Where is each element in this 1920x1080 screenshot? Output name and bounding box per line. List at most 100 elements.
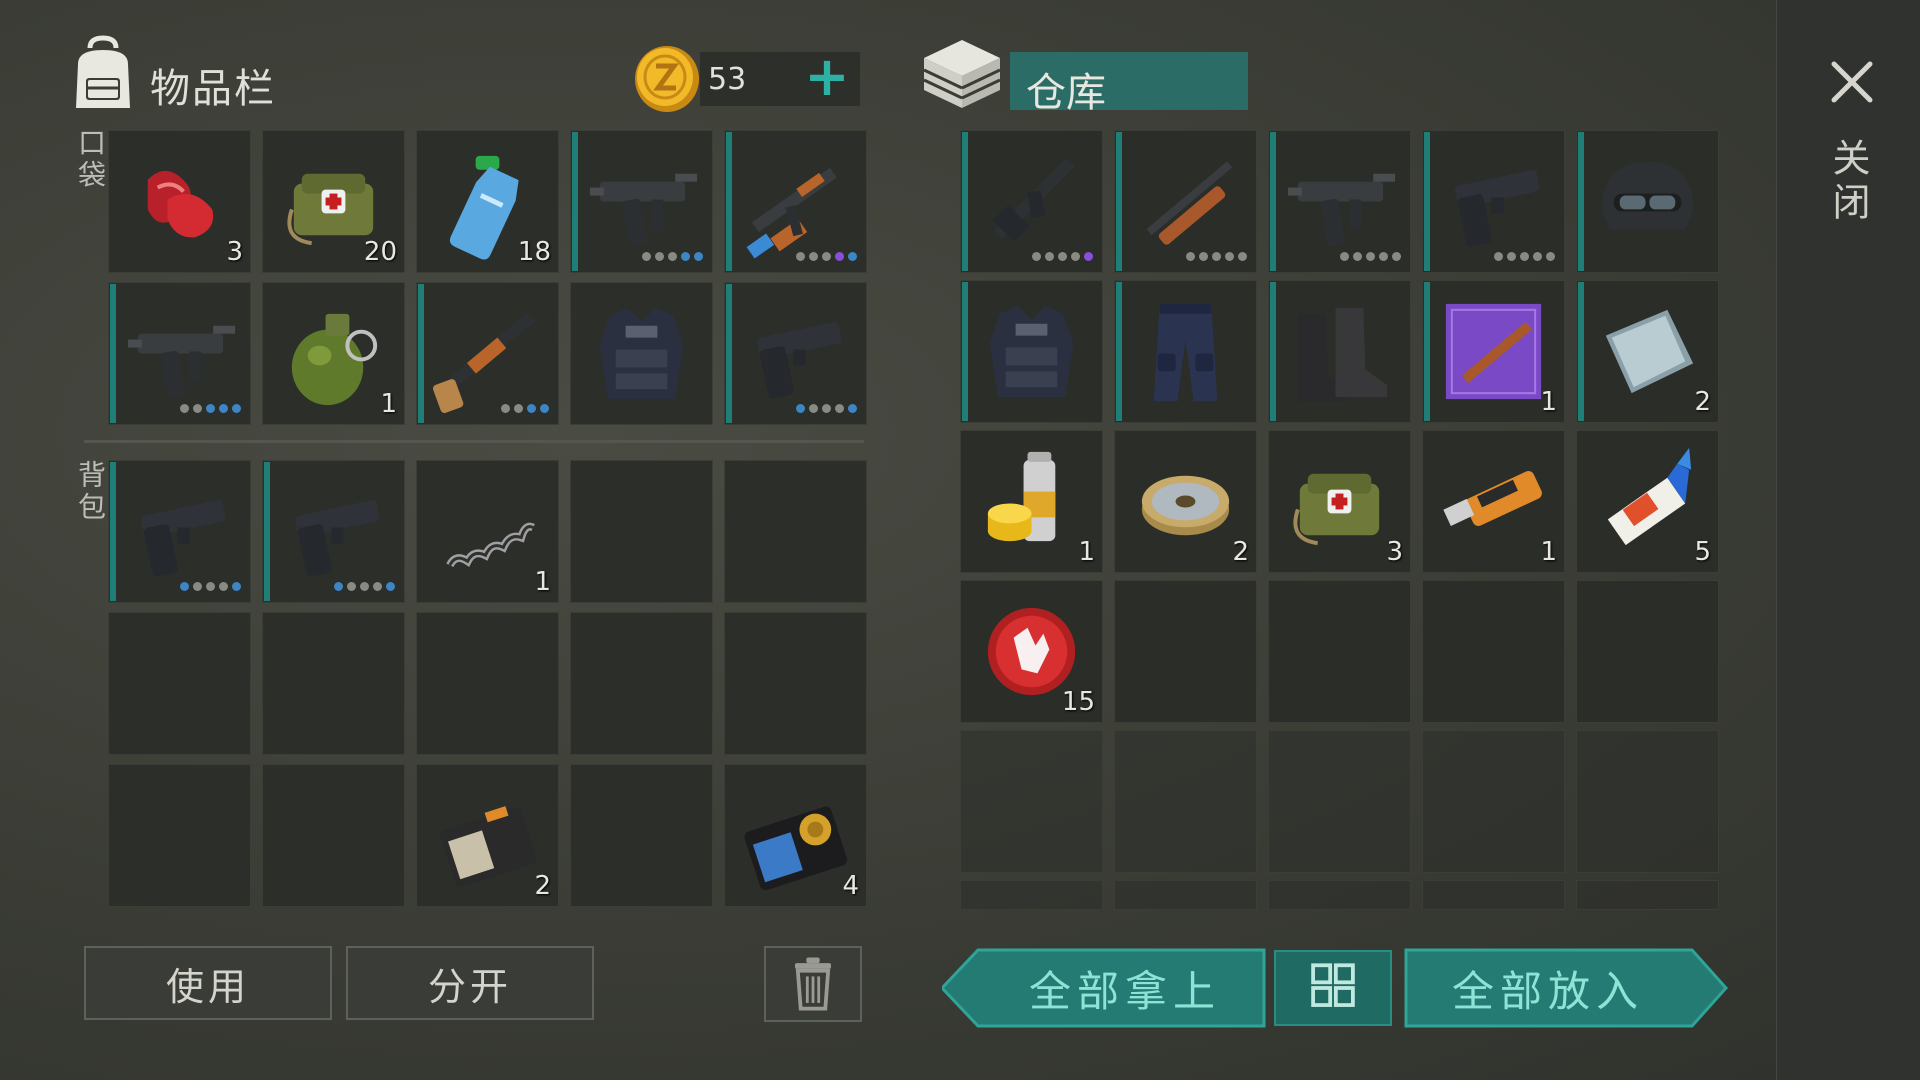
durability-dots [501, 404, 549, 413]
metal-plate-icon [1605, 309, 1694, 394]
usb-drive-icon [1443, 471, 1542, 526]
empty-slot[interactable] [1114, 580, 1257, 723]
empty-slot[interactable] [1576, 730, 1719, 873]
durability-dots [1340, 252, 1401, 261]
trash-button[interactable] [764, 946, 862, 1022]
empty-slot[interactable] [1422, 580, 1565, 723]
quick-bar-marker [1578, 132, 1584, 271]
item-count: 2 [1232, 537, 1249, 567]
empty-slot[interactable] [1422, 880, 1565, 910]
slot-meat[interactable]: 3 [108, 130, 251, 273]
slot-pistol[interactable] [1422, 130, 1565, 273]
uzi-icon [1287, 173, 1396, 246]
item-count: 15 [1061, 687, 1095, 717]
slot-usb-drive[interactable]: 1 [1422, 430, 1565, 573]
slot-medkit-bag[interactable]: 3 [1268, 430, 1411, 573]
boots-icon [1297, 307, 1388, 402]
use-button[interactable]: 使用 [84, 946, 332, 1020]
slot-boots[interactable] [1268, 280, 1411, 423]
empty-slot[interactable] [724, 612, 867, 755]
add-currency-button[interactable]: + [800, 50, 854, 106]
slot-wire-spool[interactable]: 2 [1114, 430, 1257, 573]
quick-bar-marker [1424, 282, 1430, 421]
empty-slot[interactable] [1268, 880, 1411, 910]
empty-slot[interactable] [262, 612, 405, 755]
item-count: 1 [380, 389, 397, 419]
empty-slot[interactable] [570, 764, 713, 907]
item-count: 1 [1078, 537, 1095, 567]
wire-spool-icon [1141, 475, 1230, 536]
slot-police-vest[interactable] [570, 282, 713, 425]
empty-slot[interactable] [570, 460, 713, 603]
slot-uzi[interactable] [570, 130, 713, 273]
pistol-icon [756, 322, 842, 399]
section-divider [84, 440, 864, 443]
slot-water-bottle[interactable]: 18 [416, 130, 559, 273]
empty-slot[interactable] [1114, 880, 1257, 910]
empty-slot[interactable] [960, 730, 1103, 873]
quick-bar-marker [726, 132, 732, 271]
slot-shotgun[interactable] [416, 282, 559, 425]
take-all-button[interactable]: 全部拿上 [990, 950, 1260, 1026]
slot-pistol[interactable] [108, 460, 251, 603]
item-count: 18 [517, 237, 551, 267]
durability-dots [796, 252, 857, 261]
slot-pistol[interactable] [262, 460, 405, 603]
slot-ak47[interactable] [724, 130, 867, 273]
police-vest-icon [989, 305, 1074, 398]
slot-helmet[interactable] [1576, 130, 1719, 273]
close-icon[interactable] [1828, 58, 1876, 106]
put-all-button[interactable]: 全部放入 [1408, 950, 1688, 1026]
empty-slot[interactable] [416, 612, 559, 755]
durability-dots [1186, 252, 1247, 261]
slot-badge-id[interactable]: 4 [724, 764, 867, 907]
empty-slot[interactable] [1422, 730, 1565, 873]
slot-uzi[interactable] [1268, 130, 1411, 273]
empty-slot[interactable] [1114, 730, 1257, 873]
slot-police-vest[interactable] [960, 280, 1103, 423]
durability-dots [1032, 252, 1093, 261]
slot-spray-paint[interactable]: 1 [960, 430, 1103, 573]
split-button[interactable]: 分开 [346, 946, 594, 1020]
slot-metal-plate[interactable]: 2 [1576, 280, 1719, 423]
empty-slot[interactable] [262, 764, 405, 907]
empty-slot[interactable] [1576, 580, 1719, 723]
empty-slot[interactable] [108, 764, 251, 907]
slot-bottle-cap[interactable]: 15 [960, 580, 1103, 723]
slot-pants[interactable] [1114, 280, 1257, 423]
slot-blueprint[interactable]: 1 [1422, 280, 1565, 423]
durability-dots [796, 404, 857, 413]
shotgun-icon [433, 311, 536, 414]
police-badge-wallet-icon [440, 806, 537, 888]
slot-spring[interactable]: 1 [416, 460, 559, 603]
slot-uzi[interactable] [108, 282, 251, 425]
glue-icon [1607, 447, 1692, 546]
empty-slot[interactable] [1268, 580, 1411, 723]
slot-grenade[interactable]: 1 [262, 282, 405, 425]
item-count: 4 [842, 871, 859, 901]
item-count: 2 [1694, 387, 1711, 417]
slot-rifle[interactable] [1114, 130, 1257, 273]
empty-slot[interactable] [570, 612, 713, 755]
quick-bar-marker [1270, 282, 1276, 421]
slot-pistol[interactable] [724, 282, 867, 425]
grid-icon [1311, 963, 1355, 1007]
slot-medkit-bag[interactable]: 20 [262, 130, 405, 273]
slot-m16[interactable] [960, 130, 1103, 273]
helmet-icon [1601, 161, 1694, 230]
quick-bar-marker [1116, 132, 1122, 271]
sort-grid-button[interactable] [1274, 950, 1392, 1026]
empty-slot[interactable] [724, 460, 867, 603]
pocket-label: 口袋 [74, 128, 107, 192]
close-label[interactable]: 关闭 [1826, 138, 1876, 226]
slot-glue[interactable]: 5 [1576, 430, 1719, 573]
grenade-icon [291, 313, 378, 406]
empty-slot[interactable] [960, 880, 1103, 910]
pants-icon [1153, 303, 1218, 402]
empty-slot[interactable] [1268, 730, 1411, 873]
empty-slot[interactable] [1576, 880, 1719, 910]
pistol-icon [1454, 170, 1540, 247]
crate-icon [923, 40, 1001, 108]
slot-police-badge-wallet[interactable]: 2 [416, 764, 559, 907]
empty-slot[interactable] [108, 612, 251, 755]
